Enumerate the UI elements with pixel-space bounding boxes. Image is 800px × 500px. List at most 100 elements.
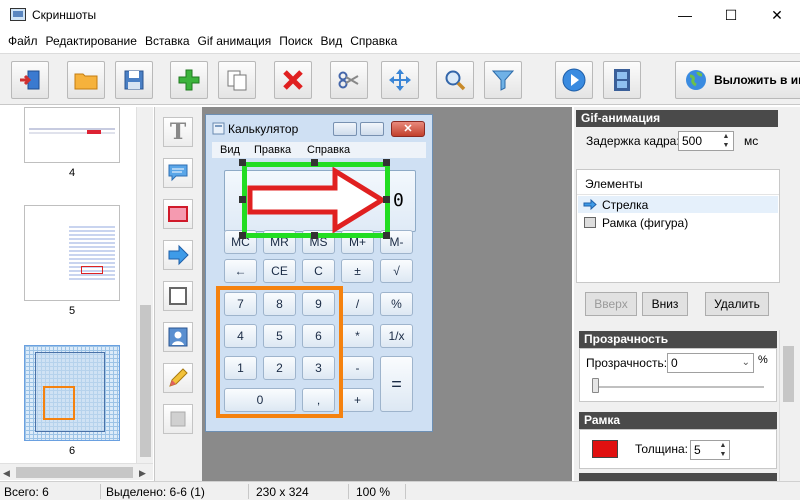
image-tool-icon <box>168 327 188 347</box>
menu-search[interactable]: Поиск <box>275 30 316 48</box>
text-tool-icon: T <box>169 119 187 145</box>
filter-icon <box>491 70 515 91</box>
resize-handle[interactable] <box>311 232 318 239</box>
resize-handle[interactable] <box>239 196 246 203</box>
add-button[interactable] <box>170 61 208 99</box>
rectangle-tool[interactable] <box>163 199 193 229</box>
blur-tool[interactable] <box>163 404 193 434</box>
play-button[interactable] <box>555 61 593 99</box>
element-item-arrow[interactable]: Стрелка <box>578 196 778 213</box>
minimize-button[interactable]: — <box>662 0 708 30</box>
menu-insert[interactable]: Вставка <box>141 30 194 48</box>
resize-handle[interactable] <box>239 232 246 239</box>
calculator-menu: Вид Правка Справка <box>212 142 426 158</box>
menu-view[interactable]: Вид <box>316 30 346 48</box>
window-title: Скриншоты <box>32 8 97 22</box>
remove-element-button[interactable]: Удалить <box>705 292 769 316</box>
gif-panel-header: Gif-анимация <box>576 110 778 127</box>
publish-button[interactable]: Выложить в ин <box>675 61 800 99</box>
thumbnail-number: 5 <box>68 305 76 317</box>
move-up-button[interactable]: Вверх <box>585 292 637 316</box>
app-icon <box>10 8 26 21</box>
key-reciprocal: 1/x <box>380 324 413 348</box>
drawing-tools: T <box>155 107 202 481</box>
thickness-label: Толщина: <box>635 442 689 456</box>
menu-gif[interactable]: Gif анимация <box>194 30 276 48</box>
opacity-select[interactable]: 0 ⌄ <box>667 353 754 373</box>
key-divide: / <box>341 292 374 316</box>
calculator-icon <box>212 122 225 135</box>
minimize-icon: — <box>678 7 692 23</box>
resize-handle[interactable] <box>383 232 390 239</box>
opacity-body: Прозрачность: 0 ⌄ % <box>579 348 777 402</box>
save-icon <box>124 70 144 90</box>
move-button[interactable] <box>381 61 419 99</box>
thumbnail-4[interactable] <box>24 107 120 163</box>
frame-element-icon <box>584 217 596 228</box>
pencil-tool-icon <box>169 368 188 387</box>
next-panel-header <box>579 473 777 481</box>
arrow-tool-icon <box>168 244 189 266</box>
frame-annotation[interactable] <box>216 286 343 418</box>
move-down-button[interactable]: Вниз <box>642 292 688 316</box>
cut-button[interactable] <box>330 61 368 99</box>
element-label: Рамка (фигура) <box>602 216 689 230</box>
opacity-value: 0 <box>671 356 678 370</box>
exit-button[interactable] <box>11 61 49 99</box>
maximize-button[interactable]: ☐ <box>708 0 754 30</box>
text-tool[interactable]: T <box>163 117 193 147</box>
menu-edit[interactable]: Редактирование <box>42 30 141 48</box>
delete-icon <box>283 70 303 90</box>
calculator-title: Калькулятор <box>228 122 299 136</box>
pencil-tool[interactable] <box>163 363 193 393</box>
status-selected: Выделено: 6-6 (1) <box>106 485 205 499</box>
key-percent: % <box>380 292 413 316</box>
element-item-frame[interactable]: Рамка (фигура) <box>578 214 778 231</box>
film-button[interactable] <box>603 61 641 99</box>
delay-spinner[interactable]: ▲ ▼ <box>720 132 732 150</box>
close-icon: ✕ <box>771 6 783 23</box>
status-bar: Всего: 6 Выделено: 6-6 (1) 230 x 324 100… <box>0 481 800 500</box>
callout-tool-icon <box>168 164 188 182</box>
thumbnail-horizontal-scrollbar[interactable]: ◀ ▶ <box>0 463 153 480</box>
calc-close-button: ✕ <box>391 121 425 137</box>
calc-menu-help: Справка <box>307 144 351 156</box>
resize-handle[interactable] <box>239 159 246 166</box>
filter-button[interactable] <box>484 61 522 99</box>
delete-button[interactable] <box>274 61 312 99</box>
save-button[interactable] <box>115 61 153 99</box>
frame-color-swatch[interactable] <box>592 440 618 458</box>
menu-file[interactable]: Файл <box>4 30 42 48</box>
arrow-annotation[interactable] <box>242 162 390 238</box>
copy-button[interactable] <box>218 61 256 99</box>
key-plusminus: ± <box>341 259 374 283</box>
callout-tool[interactable] <box>163 158 193 188</box>
key-equals: = <box>380 356 413 412</box>
opacity-slider-track[interactable] <box>592 386 764 388</box>
calc-menu-edit: Правка <box>254 144 292 156</box>
open-folder-icon <box>74 73 98 90</box>
status-size: 230 x 324 <box>256 485 309 499</box>
resize-handle[interactable] <box>311 159 318 166</box>
resize-handle[interactable] <box>383 196 390 203</box>
arrow-tool[interactable] <box>163 240 193 270</box>
exit-icon <box>20 70 40 90</box>
search-button[interactable] <box>436 61 474 99</box>
resize-handle[interactable] <box>383 159 390 166</box>
thumbnail-5[interactable] <box>24 205 120 301</box>
delay-unit: мс <box>744 134 759 148</box>
thumbnail-vertical-scrollbar[interactable] <box>136 107 153 464</box>
menu-help[interactable]: Справка <box>346 30 401 48</box>
arrow-shape <box>247 167 385 233</box>
thickness-spinner[interactable]: ▲ ▼ <box>717 441 729 459</box>
toolbar: Выложить в ин <box>0 53 800 105</box>
open-button[interactable] <box>67 61 105 99</box>
close-button[interactable]: ✕ <box>754 0 800 30</box>
frame-tool[interactable] <box>163 281 193 311</box>
image-tool[interactable] <box>163 322 193 352</box>
opacity-slider-thumb[interactable] <box>592 378 599 393</box>
add-icon <box>178 69 200 91</box>
film-icon <box>614 69 630 91</box>
thumbnail-6[interactable] <box>24 345 120 441</box>
properties-scrollbar[interactable] <box>779 330 796 481</box>
